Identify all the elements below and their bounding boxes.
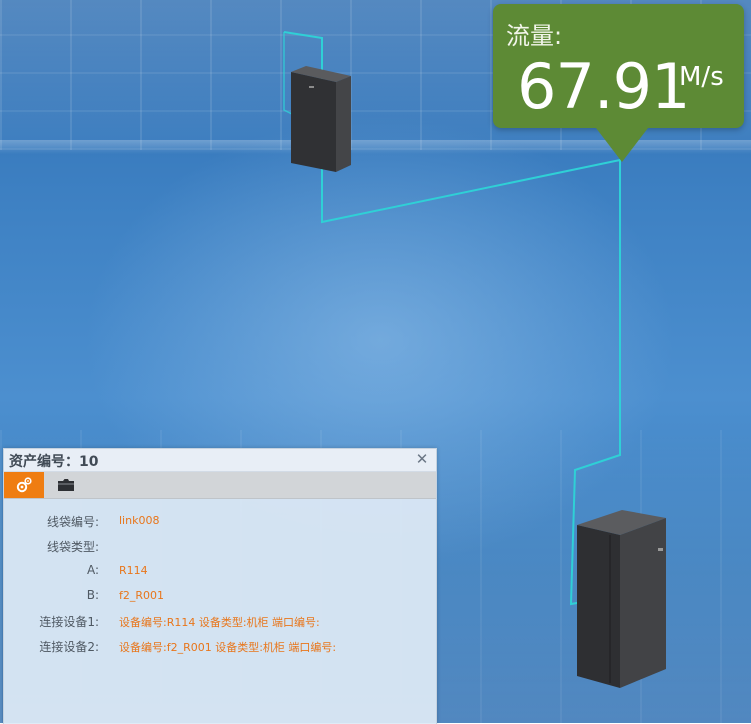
asset-info-panel: 资产编号：10 ✕ 线袋编号: link008 线袋类型: A: R114 B:…: [3, 448, 437, 724]
field-value: f2_R001: [119, 589, 165, 602]
field-value: 设备编号:R114 设备类型:机柜 端口编号:: [119, 616, 320, 629]
flow-label: 流量:: [506, 22, 563, 50]
field-value: 设备编号:f2_R001 设备类型:机柜 端口编号:: [119, 641, 337, 654]
field-label: 线袋编号:: [46, 515, 99, 529]
flow-value: 67.91: [517, 50, 690, 123]
field-label: B:: [86, 588, 99, 602]
field-row-cable-id: 线袋编号: link008: [4, 509, 436, 534]
field-label: 线袋类型:: [46, 540, 99, 554]
field-list: 线袋编号: link008 线袋类型: A: R114 B: f2_R001 连…: [4, 509, 436, 659]
field-row-cable-type: 线袋类型:: [4, 534, 436, 559]
panel-title: 资产编号：10: [9, 454, 99, 470]
cabinet-top[interactable]: [291, 66, 351, 172]
tab-properties[interactable]: [4, 472, 44, 498]
panel-header: 资产编号：10 ✕: [4, 449, 436, 472]
flow-tooltip: 流量: 67.91 M/s: [493, 4, 744, 162]
field-value: R114: [119, 564, 148, 577]
field-label: A:: [86, 563, 99, 577]
flow-unit: M/s: [679, 62, 724, 92]
close-icon[interactable]: ✕: [415, 451, 429, 467]
field-label: 连接设备2:: [39, 640, 99, 654]
folder-icon: [58, 479, 74, 491]
panel-tabbar: [4, 472, 436, 499]
tab-folder[interactable]: [46, 472, 86, 498]
field-value: link008: [119, 514, 160, 527]
gear-icon: [16, 477, 32, 493]
field-label: 连接设备1:: [39, 615, 99, 629]
field-row-a: A: R114: [4, 559, 436, 584]
field-row-device-1: 连接设备1: 设备编号:R114 设备类型:机柜 端口编号:: [4, 609, 436, 634]
cabinet-bottom[interactable]: [577, 510, 666, 688]
field-row-b: B: f2_R001: [4, 584, 436, 609]
field-row-device-2: 连接设备2: 设备编号:f2_R001 设备类型:机柜 端口编号:: [4, 634, 436, 659]
